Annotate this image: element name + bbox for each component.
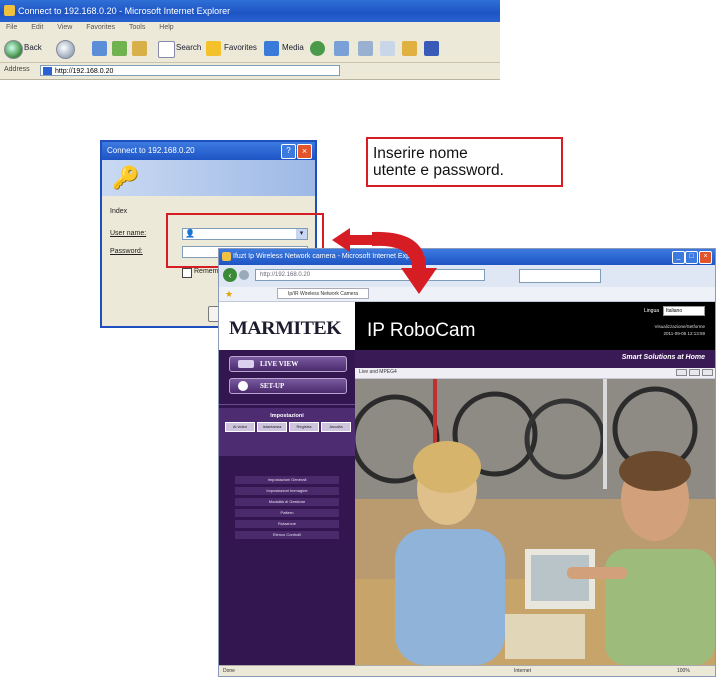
password-label: Password:: [110, 248, 143, 255]
status-bar: Done Internet 100%: [219, 665, 715, 676]
keys-icon: 🔑: [112, 165, 140, 190]
tagline: Smart Solutions at Home: [621, 354, 705, 361]
background-toolbar: Back Search Favorites Media: [0, 36, 500, 63]
dialog-banner: 🔑: [102, 160, 315, 196]
setup-label: SET-UP: [260, 382, 285, 390]
address-label: Address: [4, 66, 30, 73]
zoom-level[interactable]: 100%: [677, 666, 690, 676]
ie-window-icon: [4, 5, 15, 16]
search-label[interactable]: Search: [176, 43, 201, 52]
menu-file[interactable]: File: [6, 24, 17, 31]
menu-help[interactable]: Help: [159, 24, 173, 31]
dialog-prompt-label: Index: [110, 208, 128, 215]
history-icon[interactable]: [310, 41, 325, 56]
live-search-field[interactable]: [519, 269, 601, 283]
research-icon[interactable]: [424, 41, 439, 56]
maximize-button[interactable]: □: [685, 251, 698, 264]
setup-button[interactable]: SET-UP: [229, 378, 347, 394]
video-zoom-icon[interactable]: [689, 369, 700, 376]
background-title-bar: Connect to 192.168.0.20 - Microsoft Inte…: [0, 0, 500, 22]
video-snapshot-icon[interactable]: [676, 369, 687, 376]
datetime-text: 2011-09-05 12:13:59: [663, 331, 705, 336]
camera-browser-window: Ifuzt Ip Wireless Network camera - Micro…: [218, 248, 716, 677]
sidebar-divider: [219, 404, 355, 405]
camera-button-1[interactable]: Al video: [225, 422, 255, 432]
camera-nav-bar: ‹ http://192.168.0.20: [219, 265, 715, 287]
background-menu-bar: File Edit View Favorites Tools Help: [0, 22, 500, 36]
background-window-title: Connect to 192.168.0.20 - Microsoft Inte…: [18, 6, 231, 16]
menu-view[interactable]: View: [57, 24, 72, 31]
language-label: Lingua: [643, 308, 659, 314]
menu-item-controls[interactable]: Elenco Controlli: [235, 531, 339, 539]
camera-button-3[interactable]: Registra: [289, 422, 319, 432]
print-icon[interactable]: [358, 41, 373, 56]
live-view-label: LIVE VIEW: [260, 360, 299, 368]
menu-item-mode[interactable]: Modalità di Gestione: [235, 498, 339, 506]
remember-password-checkbox[interactable]: [182, 268, 192, 278]
back-icon[interactable]: ‹: [223, 268, 237, 282]
menu-favorites[interactable]: Favorites: [86, 24, 115, 31]
window-close-button[interactable]: ×: [699, 251, 712, 264]
forward-icon[interactable]: [239, 270, 249, 280]
ie-window-icon: [222, 252, 231, 261]
refresh-icon[interactable]: [112, 41, 127, 56]
media-icon[interactable]: [264, 41, 279, 56]
search-icon[interactable]: [158, 41, 175, 58]
minimize-button[interactable]: _: [672, 251, 685, 264]
stop-icon[interactable]: [92, 41, 107, 56]
video-caption: Live and MPEG4: [359, 369, 397, 375]
favorites-label[interactable]: Favorites: [224, 43, 257, 52]
home-icon[interactable]: [132, 41, 147, 56]
marmitek-logo: MARMITEK: [229, 318, 342, 339]
camera-controls-panel: Impostazioni Al video Istantanea Registr…: [219, 408, 355, 456]
camera-button-4[interactable]: Ascolta: [321, 422, 351, 432]
menu-edit[interactable]: Edit: [31, 24, 43, 31]
tagline-band: Smart Solutions at Home: [355, 350, 715, 368]
callout-line-2: utente e password.: [373, 162, 504, 179]
camera-sidebar: LIVE VIEW SET-UP Impostazioni Al video I…: [219, 350, 355, 665]
page-title: IP RoboCam: [367, 320, 476, 341]
camera-controls-heading: Impostazioni: [270, 413, 304, 419]
live-view-button[interactable]: LIVE VIEW: [229, 356, 347, 372]
favorites-bar: ★ Ip/IR Wireless Network Camera: [219, 287, 715, 302]
menu-tools[interactable]: Tools: [129, 24, 145, 31]
callout-line-1: Inserire nome: [373, 145, 468, 162]
instruction-callout: Inserire nome utente e password.: [366, 137, 563, 187]
camera-button-2[interactable]: Istantanea: [257, 422, 287, 432]
address-field[interactable]: http://192.168.0.20: [40, 65, 340, 76]
dialog-close-button[interactable]: ×: [297, 144, 312, 159]
language-select[interactable]: Italiano: [663, 306, 705, 316]
video-frame-image: [355, 379, 715, 665]
view-mode-text: Visualizzazione/Setforme: [654, 324, 705, 329]
dialog-title: Connect to 192.168.0.20: [107, 146, 195, 155]
messenger-icon[interactable]: [402, 41, 417, 56]
camera-icon: [238, 360, 254, 368]
back-label[interactable]: Back: [24, 43, 42, 52]
forward-icon[interactable]: [56, 40, 75, 59]
favorites-star-icon[interactable]: [206, 41, 221, 56]
red-arrow-icon: [332, 228, 437, 294]
edit-icon[interactable]: [380, 41, 395, 56]
video-header: Live and MPEG4: [355, 368, 715, 379]
menu-item-image[interactable]: Impostazioni Immagine: [235, 487, 339, 495]
page-header: IP RoboCam Lingua Italiano Visualizzazio…: [355, 302, 715, 350]
camera-window-title-bar: Ifuzt Ip Wireless Network camera - Micro…: [219, 249, 715, 265]
video-fullscreen-icon[interactable]: [702, 369, 713, 376]
wrench-icon: [238, 381, 248, 391]
live-video-feed: [355, 379, 715, 665]
media-label[interactable]: Media: [282, 43, 304, 52]
help-button[interactable]: ?: [281, 144, 296, 159]
favorites-star-icon[interactable]: ★: [225, 289, 233, 299]
menu-item-general[interactable]: Impostazioni Generali: [235, 476, 339, 484]
menu-item-pattern[interactable]: Pattern: [235, 509, 339, 517]
back-icon[interactable]: [4, 40, 23, 59]
menu-item-rotation[interactable]: Rotazione: [235, 520, 339, 528]
username-label: User name:: [110, 230, 147, 237]
background-address-bar: Address http://192.168.0.20: [0, 63, 500, 80]
mail-icon[interactable]: [334, 41, 349, 56]
logo-area: MARMITEK: [219, 302, 355, 350]
camera-web-page: MARMITEK IP RoboCam Lingua Italiano Visu…: [219, 302, 715, 665]
zone-text: Internet: [514, 668, 531, 674]
status-text: Done: [223, 668, 235, 674]
